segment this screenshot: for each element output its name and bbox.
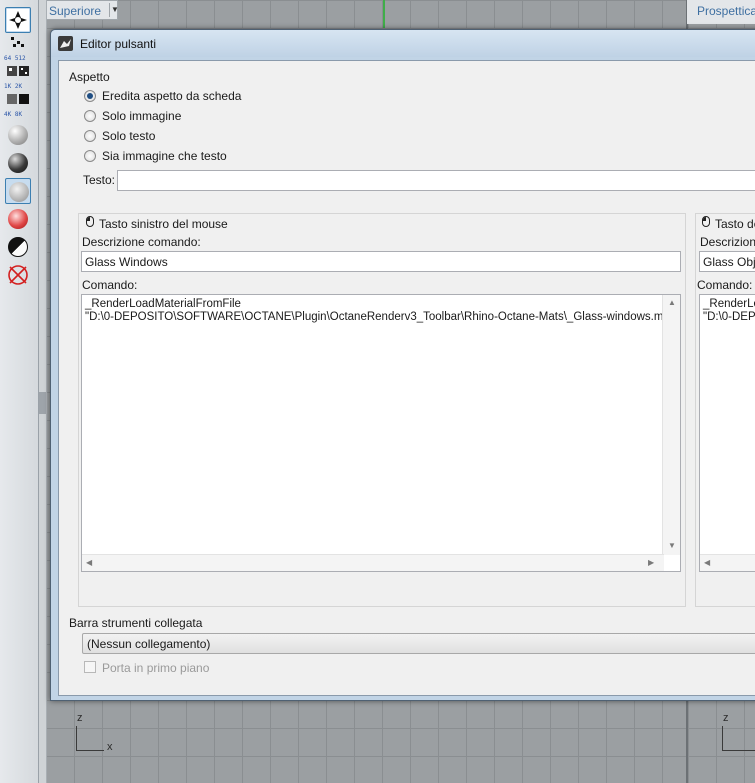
octane-logo-icon[interactable]	[5, 7, 31, 33]
top-viewport-tab[interactable]: Superiore ▼	[44, 0, 120, 20]
checker-1k-2k-icon[interactable]	[5, 92, 31, 106]
left-mouse-header: Tasto sinistro del mouse	[97, 217, 230, 231]
appearance-group-label: Aspetto	[69, 70, 110, 84]
right-cmd-line-1: _RenderLoa	[703, 298, 755, 310]
axis-z-line	[76, 726, 77, 750]
perspective-viewport-tab[interactable]: Prospettica	[687, 0, 755, 24]
right-desc-input[interactable]: Glass Objec	[699, 251, 755, 272]
pixel-pattern-icon[interactable]	[5, 35, 31, 51]
radio-text-only-label[interactable]: Solo testo	[102, 129, 155, 143]
radio-image-and-text-label[interactable]: Sia immagine che testo	[102, 149, 227, 163]
scroll-up-arrow-icon[interactable]: ▲	[668, 298, 676, 307]
radio-text-only[interactable]	[84, 130, 96, 142]
linked-toolbar-select[interactable]: (Nessun collegamento)	[82, 633, 755, 654]
mouse-right-icon	[702, 216, 710, 227]
dialog-content: Aspetto Eredita aspetto da scheda Solo i…	[58, 60, 755, 696]
text-field-label: Testo:	[83, 173, 116, 187]
chevron-down-icon[interactable]: ▼	[109, 3, 120, 17]
red-ball-icon[interactable]	[5, 206, 31, 232]
button-editor-dialog: Editor pulsanti Aspetto Eredita aspetto …	[50, 29, 755, 701]
left-cmd-vscroll[interactable]: ▲ ▼	[662, 295, 680, 555]
left-desc-label: Descrizione comando:	[82, 235, 201, 249]
right-cmd-hscroll[interactable]: ◀	[700, 554, 755, 571]
scroll-left-arrow-icon[interactable]: ◀	[704, 558, 710, 567]
left-cmd-hscroll[interactable]: ◀ ▶	[82, 554, 664, 571]
scroll-left-arrow-icon[interactable]: ◀	[86, 558, 92, 567]
right-cmd-label: Comando:	[697, 278, 753, 292]
mouse-left-icon	[86, 216, 94, 227]
right-desc-label: Descrizione	[700, 235, 755, 249]
left-cmd-label: Comando:	[82, 278, 138, 292]
half-ball-icon[interactable]	[5, 234, 31, 260]
left-cmd-textarea[interactable]: _RenderLoadMaterialFromFile "D:\0-DEPOSI…	[81, 294, 681, 572]
delete-material-icon[interactable]	[5, 262, 31, 288]
glass-ball-icon[interactable]	[5, 178, 31, 204]
scrollbar-thumb[interactable]	[38, 392, 46, 414]
axis-z-label-right: z	[723, 712, 729, 724]
text-input[interactable]	[117, 170, 755, 191]
axis-z-line-right	[722, 726, 723, 750]
scroll-down-arrow-icon[interactable]: ▼	[668, 541, 676, 550]
bring-to-front-label: Porta in primo piano	[102, 661, 210, 675]
radio-inherit-appearance[interactable]	[84, 90, 96, 102]
radio-image-and-text[interactable]	[84, 150, 96, 162]
axis-x-line	[76, 750, 104, 751]
dark-ball-icon[interactable]	[5, 150, 31, 176]
right-cmd-line-2: "D:\0-DEPO	[703, 311, 755, 323]
linked-toolbar-label: Barra strumenti collegata	[69, 616, 203, 630]
chrome-ball-icon[interactable]	[5, 122, 31, 148]
left-cmd-line-2: "D:\0-DEPOSITO\SOFTWARE\OCTANE\Plugin\Oc…	[85, 311, 674, 323]
viewport-title: Superiore	[49, 4, 102, 18]
dialog-titlebar[interactable]: Editor pulsanti	[51, 30, 755, 57]
rhino-icon	[58, 36, 73, 51]
checker-1k-2k-label: 1K 2K	[4, 83, 23, 90]
checker-64-512-label: 64 512	[4, 55, 26, 62]
linked-toolbar-value: (Nessun collegamento)	[87, 637, 211, 651]
left-cmd-line-1: _RenderLoadMaterialFromFile	[85, 298, 241, 310]
material-toolbar: 64 512 1K 2K 4K 8K	[0, 0, 39, 783]
right-mouse-header: Tasto de	[713, 217, 755, 231]
checker-64-512-icon[interactable]	[5, 64, 31, 78]
left-desc-value: Glass Windows	[85, 255, 168, 269]
right-desc-value: Glass Objec	[703, 255, 755, 269]
bring-to-front-checkbox[interactable]	[84, 661, 96, 673]
y-axis-line	[383, 0, 385, 28]
dialog-title: Editor pulsanti	[80, 37, 157, 51]
axis-x-line-right	[722, 750, 755, 751]
scroll-right-arrow-icon[interactable]: ▶	[648, 558, 654, 567]
axis-x-label: x	[107, 741, 113, 753]
left-desc-input[interactable]: Glass Windows	[81, 251, 681, 272]
viewport-title: Prospettica	[697, 4, 755, 18]
right-cmd-textarea[interactable]: _RenderLoa "D:\0-DEPO ◀	[699, 294, 755, 572]
radio-image-only[interactable]	[84, 110, 96, 122]
radio-inherit-appearance-label[interactable]: Eredita aspetto da scheda	[102, 89, 241, 103]
axis-z-label: z	[77, 712, 83, 724]
radio-image-only-label[interactable]: Solo immagine	[102, 109, 181, 123]
checker-4k-8k-label: 4K 8K	[4, 111, 23, 118]
